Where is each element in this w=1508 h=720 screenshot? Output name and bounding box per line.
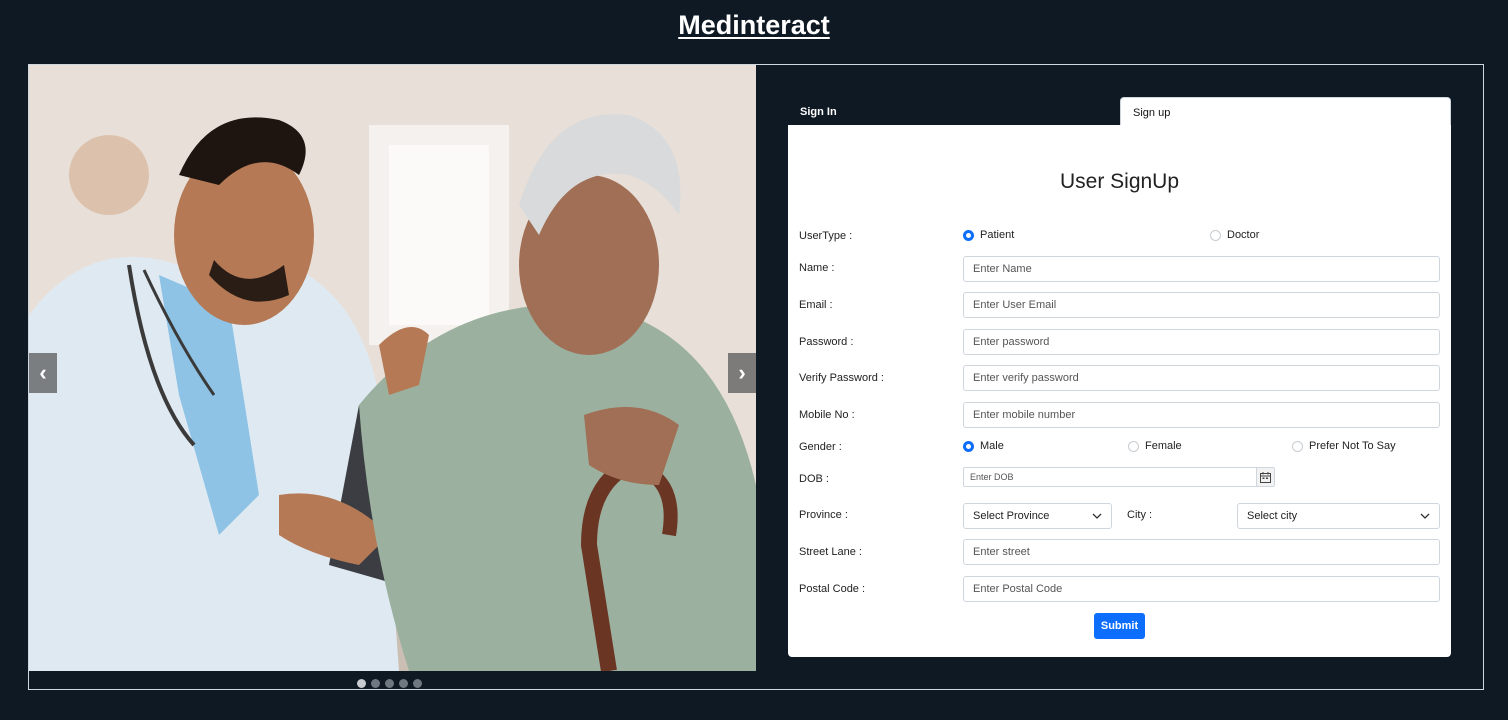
usertype-label: UserType :: [799, 230, 853, 242]
gender-prefer-not-label: Prefer Not To Say: [1309, 440, 1396, 452]
tab-sign-up[interactable]: Sign up: [1120, 97, 1451, 126]
city-label: City :: [1127, 509, 1153, 521]
radio-selected-icon: [963, 229, 974, 241]
city-selected-value: Select city: [1247, 510, 1298, 522]
usertype-doctor-radio[interactable]: Doctor: [1210, 229, 1259, 241]
province-select[interactable]: Select Province: [963, 503, 1112, 529]
auth-tabs: Sign In Sign up: [788, 97, 1451, 126]
dob-input[interactable]: Enter DOB: [963, 467, 1275, 487]
province-selected-value: Select Province: [973, 510, 1050, 522]
carousel-indicator-2[interactable]: [371, 679, 380, 688]
email-input[interactable]: [963, 292, 1440, 318]
password-input[interactable]: [963, 329, 1440, 355]
chevron-down-icon: [1092, 513, 1102, 519]
signup-form: User SignUp UserType : Patient Doctor Na…: [788, 125, 1451, 657]
tab-sign-in[interactable]: Sign In: [788, 97, 1120, 126]
dob-label: DOB :: [799, 473, 829, 485]
gender-female-label: Female: [1145, 440, 1182, 452]
name-label: Name :: [799, 262, 835, 274]
submit-button[interactable]: Submit: [1094, 613, 1145, 639]
province-label: Province :: [799, 509, 848, 521]
postal-code-label: Postal Code :: [799, 583, 866, 595]
carousel-slide-image: [29, 65, 756, 671]
gender-prefer-not-radio[interactable]: Prefer Not To Say: [1292, 440, 1396, 452]
carousel-indicator-4[interactable]: [399, 679, 408, 688]
form-title: User SignUp: [1059, 170, 1180, 193]
usertype-patient-radio[interactable]: Patient: [963, 229, 1014, 241]
gender-label: Gender :: [799, 441, 842, 453]
dob-placeholder: Enter DOB: [970, 472, 1014, 482]
app-title: Medinteract: [678, 10, 830, 40]
verify-password-label: Verify Password :: [799, 372, 884, 384]
verify-password-input[interactable]: [963, 365, 1440, 391]
email-label: Email :: [799, 299, 833, 311]
city-select[interactable]: Select city: [1237, 503, 1440, 529]
street-label: Street Lane :: [799, 546, 862, 558]
carousel-indicator-1[interactable]: [357, 679, 366, 688]
radio-unselected-icon: [1210, 229, 1221, 241]
gender-female-radio[interactable]: Female: [1128, 440, 1182, 452]
calendar-icon[interactable]: [1256, 468, 1274, 486]
carousel-indicator-3[interactable]: [385, 679, 394, 688]
postal-code-input[interactable]: [963, 576, 1440, 602]
carousel-next-button[interactable]: ›: [728, 353, 756, 393]
mobile-input[interactable]: [963, 402, 1440, 428]
carousel-indicators: [357, 679, 422, 688]
image-carousel: ‹ ›: [29, 65, 756, 671]
carousel-prev-button[interactable]: ‹: [29, 353, 57, 393]
radio-unselected-icon: [1128, 440, 1139, 452]
street-input[interactable]: [963, 539, 1440, 565]
radio-selected-icon: [963, 440, 974, 452]
radio-unselected-icon: [1292, 440, 1303, 452]
usertype-doctor-label: Doctor: [1227, 229, 1260, 241]
name-input[interactable]: [963, 256, 1440, 282]
password-label: Password :: [799, 336, 854, 348]
chevron-down-icon: [1420, 513, 1430, 519]
carousel-indicator-5[interactable]: [413, 679, 422, 688]
gender-male-label: Male: [980, 440, 1004, 452]
usertype-patient-label: Patient: [980, 229, 1015, 241]
mobile-label: Mobile No :: [799, 409, 855, 421]
gender-male-radio[interactable]: Male: [963, 440, 1004, 452]
